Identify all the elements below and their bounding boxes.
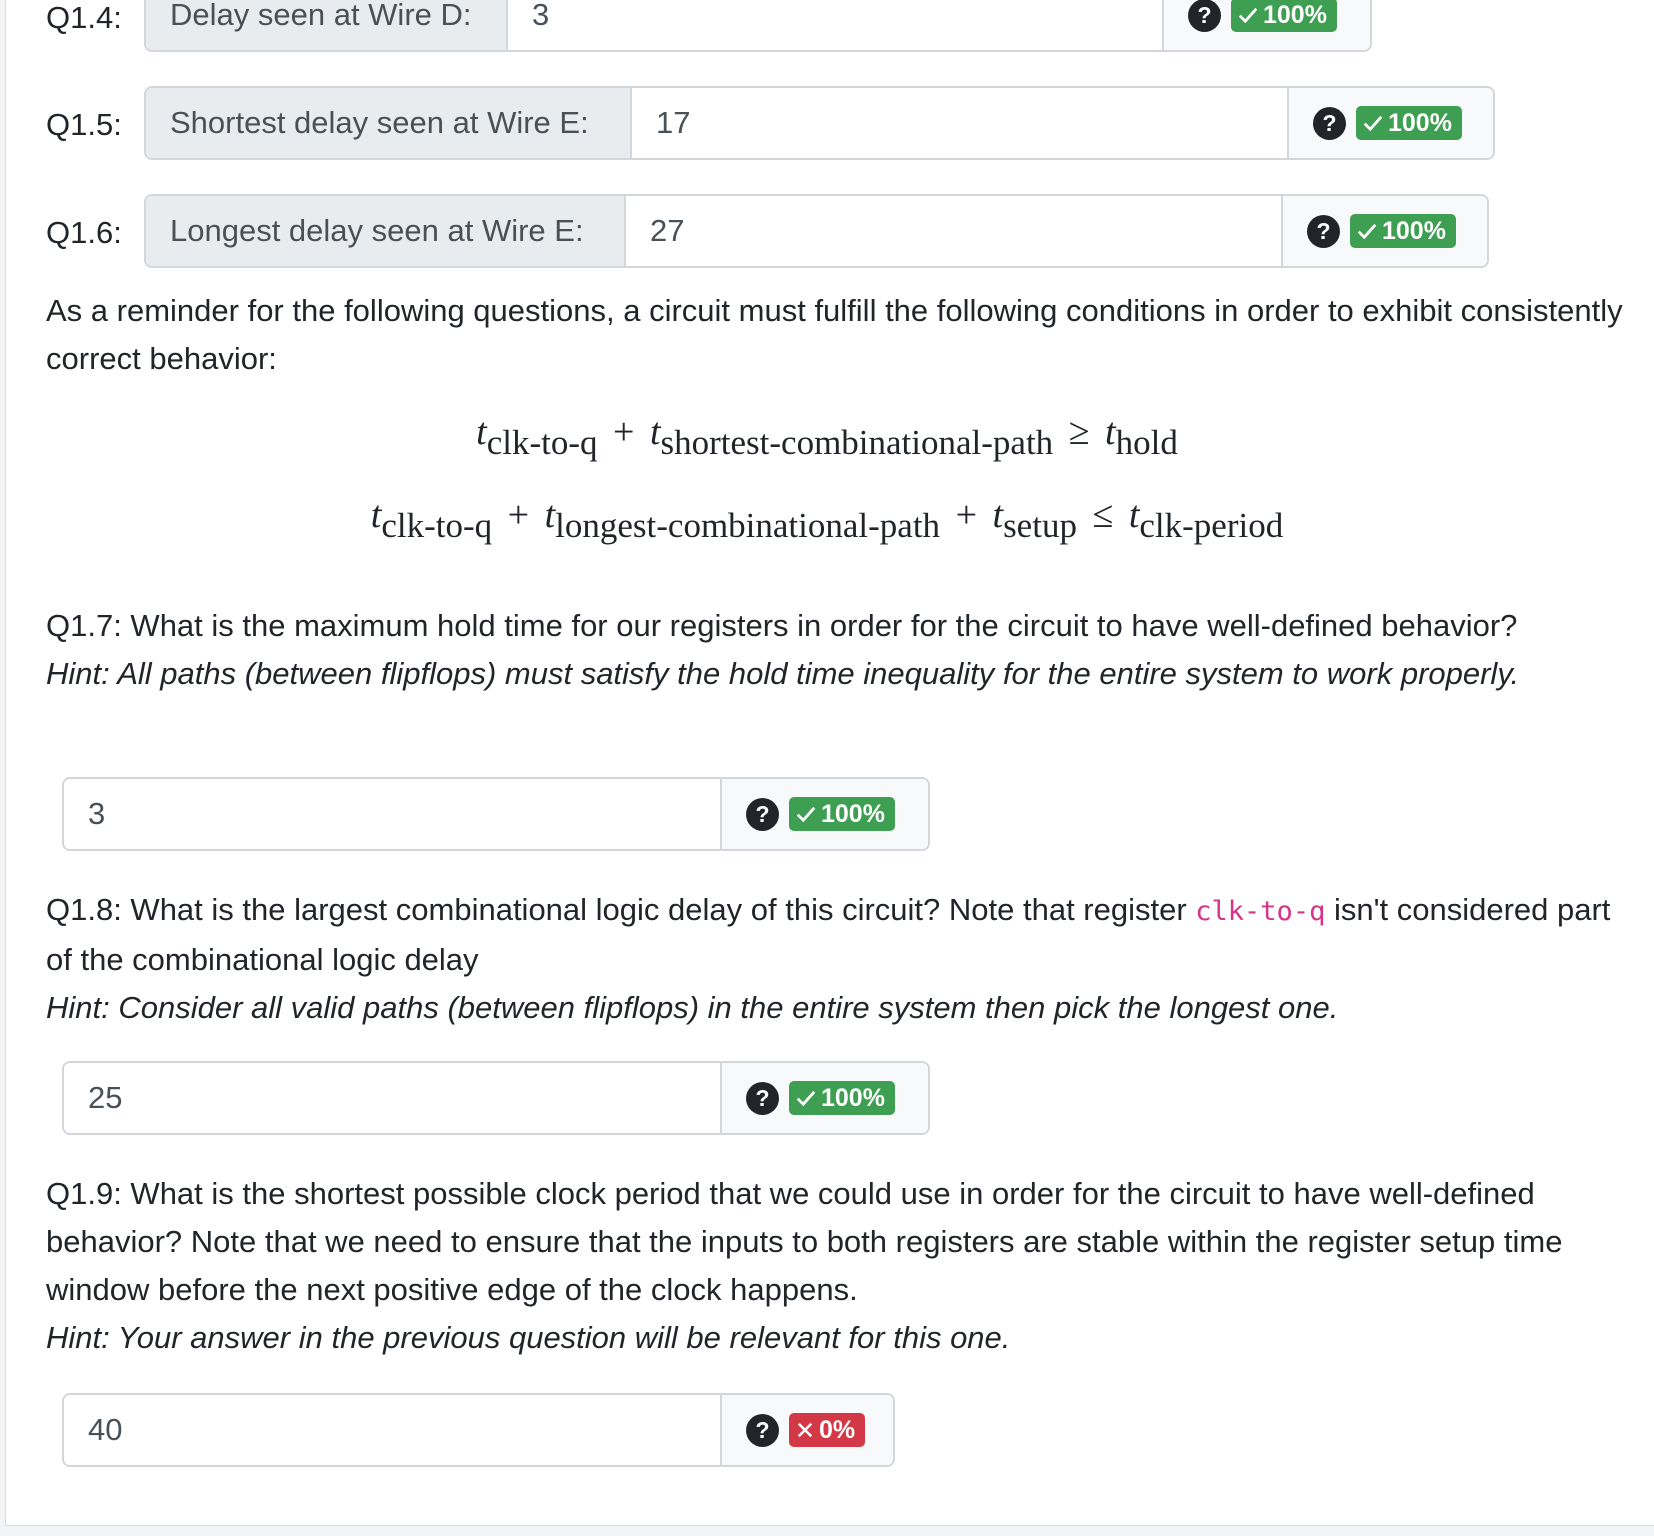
eq2-sub-setup: setup (1003, 506, 1077, 545)
eq2-sub-clk-to-q: clk-to-q (381, 506, 493, 545)
q16-label: Q1.6: (46, 215, 122, 250)
q16-input-group: Longest delay seen at Wire E: ? 100% (144, 194, 1489, 268)
setup-inequality: tclk-to-q + tlongest-combinational-path … (0, 493, 1654, 546)
q19-question: Q1.9: What is the shortest possible cloc… (46, 1176, 1563, 1307)
x-icon (797, 1422, 813, 1438)
check-icon (1363, 115, 1383, 132)
q18-input-group: ? 100% (62, 1061, 930, 1135)
q15-feedback: ? 100% (1287, 88, 1493, 158)
q19-feedback: ? 0% (720, 1395, 893, 1465)
eq1-plus: + (613, 411, 635, 453)
check-icon (796, 1090, 816, 1107)
eq1-sub-shortest: shortest-combinational-path (660, 423, 1054, 462)
q15-label: Q1.5: (46, 107, 122, 142)
check-icon (1238, 7, 1258, 24)
eq1-sub-hold: hold (1115, 423, 1178, 462)
q17-input-group: ? 100% (62, 777, 930, 851)
q19-score: 0% (819, 1415, 856, 1444)
eq1-sub-clk-to-q: clk-to-q (486, 423, 598, 462)
hold-inequality: tclk-to-q + tshortest-combinational-path… (0, 410, 1654, 463)
eq2-t2: t (544, 494, 556, 536)
eq2-sub-longest: longest-combinational-path (555, 506, 941, 545)
eq2-t4: t (1128, 494, 1140, 536)
q18-question-block: Q1.8: What is the largest combinational … (46, 886, 1626, 1032)
eq2-plus2: + (955, 494, 977, 536)
q15-score-badge: 100% (1356, 106, 1462, 140)
q18-feedback: ? 100% (720, 1063, 928, 1133)
q17-hint: Hint: All paths (between flipflops) must… (46, 656, 1520, 691)
q17-question: Q1.7: What is the maximum hold time for … (46, 608, 1518, 643)
eq2-t1: t (370, 494, 382, 536)
q19-answer-input[interactable] (64, 1395, 720, 1465)
q18-question-a: Q1.8: What is the largest combinational … (46, 892, 1196, 927)
q19-help-icon[interactable]: ? (746, 1413, 779, 1447)
q19-input-group: ? 0% (62, 1393, 895, 1467)
q18-help-icon[interactable]: ? (746, 1081, 779, 1115)
q16-feedback: ? 100% (1281, 196, 1487, 266)
q18-answer-input[interactable] (64, 1063, 720, 1133)
q18-score-badge: 100% (789, 1081, 895, 1115)
q14-answer-input[interactable] (508, 0, 1162, 50)
eq1-t2: t (649, 411, 661, 453)
q15-answer-input[interactable] (632, 88, 1287, 158)
q14-score: 100% (1263, 0, 1327, 29)
eq1-geq: ≥ (1068, 411, 1090, 453)
q16-score: 100% (1382, 216, 1446, 245)
q14-help-icon[interactable]: ? (1188, 0, 1221, 32)
q19-question-block: Q1.9: What is the shortest possible cloc… (46, 1170, 1626, 1362)
q17-feedback: ? 100% (720, 779, 928, 849)
q15-score: 100% (1388, 108, 1452, 137)
eq2-leq: ≤ (1092, 494, 1114, 536)
eq1-t3: t (1105, 411, 1116, 453)
q18-score: 100% (821, 1083, 885, 1112)
q17-help-icon[interactable]: ? (746, 797, 779, 831)
q19-hint: Hint: Your answer in the previous questi… (46, 1320, 1011, 1355)
q19-score-badge: 0% (789, 1413, 866, 1447)
q15-help-icon[interactable]: ? (1313, 106, 1346, 140)
check-icon (1357, 223, 1377, 240)
eq2-sub-clk-period: clk-period (1139, 506, 1284, 545)
q14-prefix: Delay seen at Wire D: (146, 0, 508, 50)
eq2-plus1: + (507, 494, 530, 536)
eq1-t1: t (476, 411, 487, 453)
q17-answer-input[interactable] (64, 779, 720, 849)
q17-score: 100% (821, 799, 885, 828)
q14-score-badge: 100% (1231, 0, 1337, 32)
eq2-t3: t (992, 494, 1004, 536)
q18-hint: Hint: Consider all valid paths (between … (46, 990, 1339, 1025)
q14-input-group: Delay seen at Wire D: ? 100% (144, 0, 1372, 52)
check-icon (796, 806, 816, 823)
q18-code: clk-to-q (1195, 896, 1326, 927)
q16-help-icon[interactable]: ? (1307, 214, 1340, 248)
reminder-text: As a reminder for the following question… (46, 293, 1623, 376)
q17-question-block: Q1.7: What is the maximum hold time for … (46, 602, 1626, 698)
q14-feedback: ? 100% (1162, 0, 1370, 50)
q14-label: Q1.4: (46, 0, 122, 35)
q15-input-group: Shortest delay seen at Wire E: ? 100% (144, 86, 1495, 160)
q15-prefix: Shortest delay seen at Wire E: (146, 88, 632, 158)
q16-score-badge: 100% (1350, 214, 1456, 248)
q16-answer-input[interactable] (626, 196, 1281, 266)
q17-score-badge: 100% (789, 797, 895, 831)
q16-prefix: Longest delay seen at Wire E: (146, 196, 626, 266)
